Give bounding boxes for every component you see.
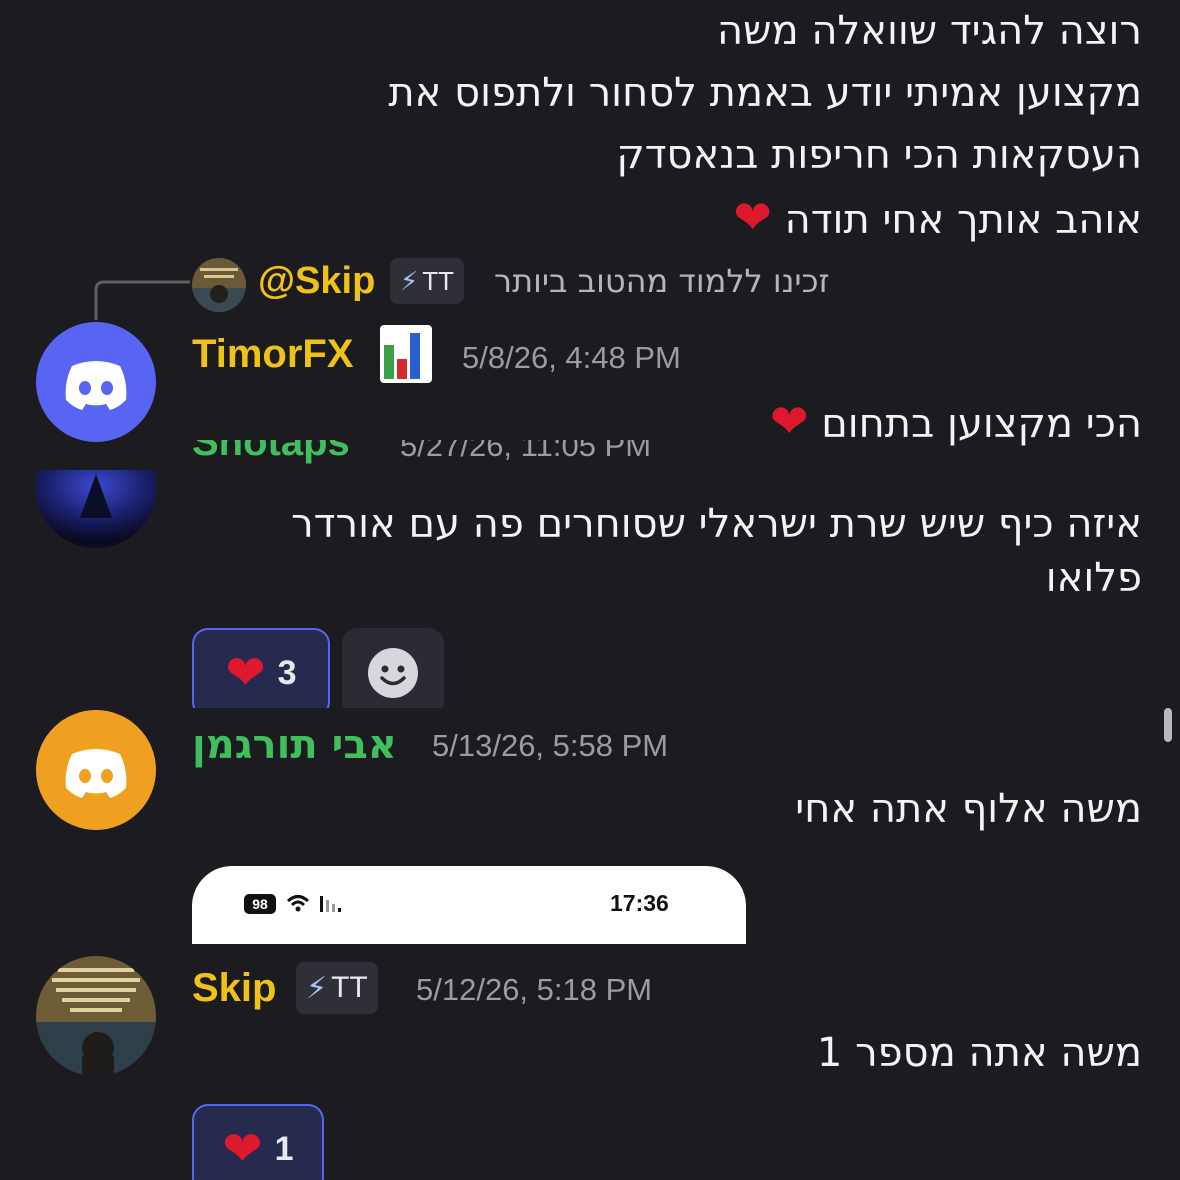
reaction-heart[interactable]: ❤ 1 (192, 1104, 324, 1180)
reaction-count: 1 (274, 1129, 294, 1168)
timestamp: 5/12/26, 5:18 PM (416, 972, 653, 1007)
message-line: פלואו (1045, 555, 1142, 601)
lightning-icon: ⚡︎ (400, 265, 419, 296)
author-tag: ⚡︎ TT (296, 962, 378, 1014)
message-line: מקצוען אמיתי יודע באמת לסחור ולתפוס את (388, 70, 1142, 116)
timestamp: 5/8/26, 4:48 PM (462, 340, 681, 375)
avatar[interactable] (36, 322, 156, 442)
author-name[interactable]: Shotaps (192, 440, 350, 465)
message-text: משה אתה מספר 1 (816, 1030, 1142, 1076)
message-line: העסקאות הכי חריפות בנאסדק (616, 132, 1142, 178)
reaction-row: ❤ 3 (0, 628, 1180, 708)
message-line-text: אוהב אותך אחי תודה (784, 197, 1142, 243)
scrollbar-thumb[interactable] (1164, 708, 1172, 742)
avatar[interactable] (36, 470, 156, 548)
author-name[interactable]: TimorFX (192, 332, 354, 377)
author-name[interactable]: אבי תורגמן (192, 722, 408, 768)
bar-chart-icon (380, 325, 432, 383)
reply-author[interactable]: @Skip (258, 260, 375, 303)
message-line: רוצה להגיד שוואלה משה (717, 8, 1142, 54)
message-line: איזה כיף שיש שרת ישראלי שסוחרים פה עם או… (291, 501, 1142, 547)
reaction-row: ❤ 1 (0, 1104, 1180, 1180)
tag-label: TT (331, 971, 368, 1004)
reply-avatar[interactable] (192, 258, 246, 312)
heart-emoji: ❤ (222, 1123, 263, 1176)
discord-logo-icon (65, 749, 127, 798)
tag-label: TT (422, 265, 455, 296)
author-name[interactable]: Skip (192, 966, 276, 1011)
message-text: משה אלוף אתה אחי (795, 786, 1142, 832)
status-clock: 17:36 (610, 890, 669, 916)
reply-connector-line (94, 280, 190, 320)
heart-emoji: ❤ (733, 190, 772, 244)
message-line: אוהב אותך אחי תודה ❤ (733, 186, 1142, 251)
lightning-icon: ⚡︎ (306, 971, 328, 1005)
reply-text[interactable]: זכינו ללמוד מהטוב ביותר (494, 262, 830, 300)
reply-author-tag: ⚡︎ TT (390, 258, 465, 304)
image-attachment[interactable]: 98 17:36 (192, 866, 746, 944)
add-reaction-button[interactable] (342, 628, 444, 708)
smiley-icon (368, 648, 418, 698)
reaction-count: 3 (277, 653, 297, 692)
clipped-header: Shotaps 5/27/26, 11:05 PM (0, 440, 1180, 470)
timestamp: 5/13/26, 5:58 PM (432, 728, 669, 763)
reaction-heart[interactable]: ❤ 3 (192, 628, 330, 708)
avatar[interactable] (36, 710, 156, 830)
timestamp: 5/27/26, 11:05 PM (400, 440, 652, 463)
avatar[interactable] (36, 956, 156, 1076)
discord-logo-icon (65, 361, 127, 410)
wifi-signal-icon (286, 895, 341, 912)
battery-icon: 98 (244, 894, 276, 914)
heart-emoji: ❤ (225, 647, 266, 700)
